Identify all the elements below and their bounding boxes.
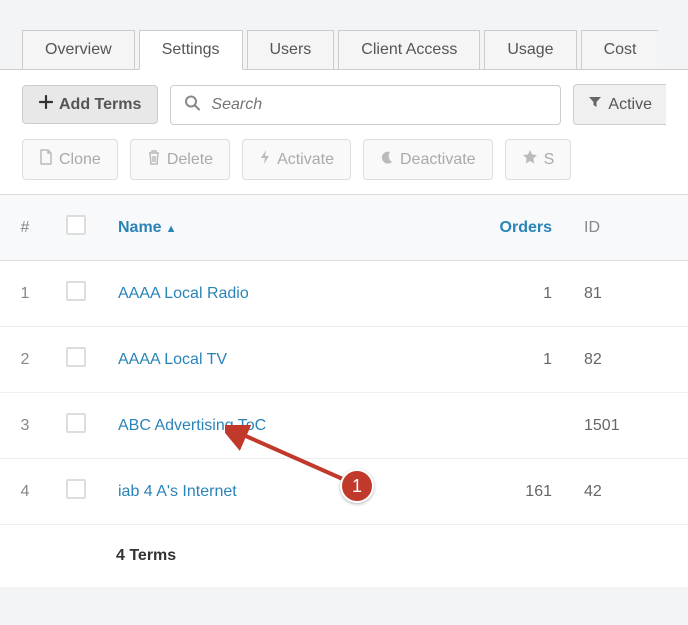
tabs-bar: Overview Settings Users Client Access Us…: [0, 30, 688, 69]
row-name-link[interactable]: AAAA Local TV: [118, 351, 227, 368]
clone-button[interactable]: Clone: [22, 139, 118, 180]
table-row: 2 AAAA Local TV 1 82: [0, 327, 688, 393]
col-name[interactable]: Name ▲: [102, 195, 458, 261]
row-checkbox[interactable]: [66, 413, 86, 433]
row-index: 1: [0, 261, 50, 327]
plus-icon: [39, 95, 53, 114]
deactivate-label: Deactivate: [400, 151, 476, 169]
table-row: 1 AAAA Local Radio 1 81: [0, 261, 688, 327]
search-icon: [184, 94, 200, 115]
action-row: Clone Delete Activate Deactivate S: [0, 139, 688, 194]
row-id: 1501: [568, 393, 688, 459]
col-orders[interactable]: Orders: [458, 195, 568, 261]
row-checkbox[interactable]: [66, 479, 86, 499]
row-checkbox[interactable]: [66, 281, 86, 301]
col-index: #: [0, 195, 50, 261]
search-input[interactable]: [170, 85, 561, 125]
add-terms-button[interactable]: Add Terms: [22, 85, 158, 124]
row-name-link[interactable]: iab 4 A's Internet: [118, 483, 237, 500]
terms-table: # Name ▲ Orders ID 1 AAAA Local Radio 1 8…: [0, 194, 688, 525]
table-row: 3 ABC Advertising ToC 1501: [0, 393, 688, 459]
select-all-checkbox[interactable]: [66, 215, 86, 235]
col-checkbox: [50, 195, 102, 261]
table-header-row: # Name ▲ Orders ID: [0, 195, 688, 261]
row-orders: 1: [458, 261, 568, 327]
row-id: 81: [568, 261, 688, 327]
delete-label: Delete: [167, 151, 213, 169]
deactivate-button[interactable]: Deactivate: [363, 139, 493, 180]
document-icon: [39, 149, 53, 170]
filter-active-button[interactable]: Active: [573, 84, 666, 125]
row-id: 82: [568, 327, 688, 393]
tab-users[interactable]: Users: [247, 30, 335, 69]
row-name-link[interactable]: AAAA Local Radio: [118, 285, 249, 302]
col-id: ID: [568, 195, 688, 261]
moon-icon: [380, 150, 394, 169]
row-orders: [458, 393, 568, 459]
search-wrap: [170, 85, 561, 125]
table-footer: 4 Terms: [0, 525, 688, 587]
activate-label: Activate: [277, 151, 334, 169]
activate-button[interactable]: Activate: [242, 139, 351, 180]
toolbar: Add Terms Active: [0, 69, 688, 139]
tab-usage[interactable]: Usage: [484, 30, 576, 69]
star-label: S: [544, 151, 555, 169]
star-icon: [522, 149, 538, 170]
col-name-label: Name: [118, 219, 162, 236]
row-orders: 1: [458, 327, 568, 393]
row-index: 2: [0, 327, 50, 393]
row-checkbox[interactable]: [66, 347, 86, 367]
tab-overview[interactable]: Overview: [22, 30, 135, 69]
bolt-icon: [259, 149, 271, 170]
delete-button[interactable]: Delete: [130, 139, 230, 180]
row-name-link[interactable]: ABC Advertising ToC: [118, 417, 266, 434]
results-count: 4 Terms: [16, 547, 672, 565]
add-terms-label: Add Terms: [59, 96, 141, 114]
row-index: 3: [0, 393, 50, 459]
sort-asc-icon: ▲: [166, 223, 177, 235]
row-id: 42: [568, 459, 688, 525]
funnel-icon: [588, 95, 602, 114]
filter-active-label: Active: [608, 96, 652, 114]
clone-label: Clone: [59, 151, 101, 169]
tab-client-access[interactable]: Client Access: [338, 30, 480, 69]
trash-icon: [147, 149, 161, 170]
table-row: 4 iab 4 A's Internet 161 42: [0, 459, 688, 525]
tab-cost[interactable]: Cost: [581, 30, 659, 69]
row-index: 4: [0, 459, 50, 525]
star-button[interactable]: S: [505, 139, 572, 180]
row-orders: 161: [458, 459, 568, 525]
tab-settings[interactable]: Settings: [139, 30, 243, 70]
